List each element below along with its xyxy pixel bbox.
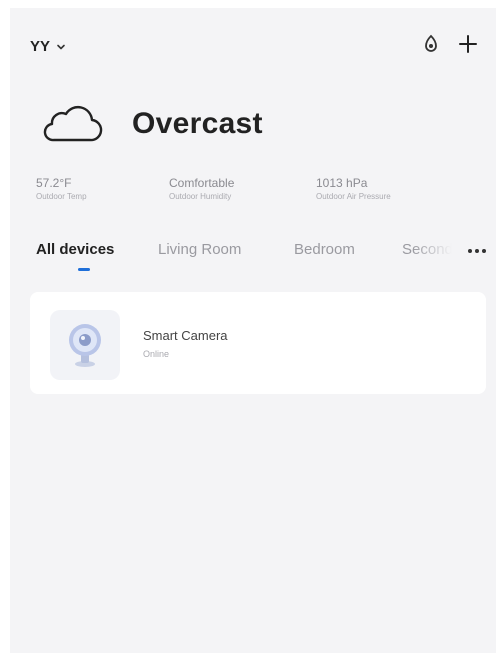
app-screen: YY Overcast 57.2°F Outdoor Temp Comforta… — [10, 8, 496, 653]
device-status: Online — [143, 349, 170, 359]
tab-living-room[interactable]: Living Room — [158, 241, 241, 258]
more-dot — [475, 249, 479, 253]
home-name: YY — [30, 38, 51, 55]
outdoor-pressure-stat: 1013 hPa Outdoor Air Pressure — [316, 176, 391, 201]
tab-all-devices[interactable]: All devices — [36, 241, 114, 258]
active-tab-indicator — [78, 268, 90, 271]
outdoor-temp-value: 57.2°F — [36, 176, 72, 190]
tab-bedroom[interactable]: Bedroom — [294, 241, 355, 258]
add-icon — [459, 35, 477, 53]
device-card-smart-camera[interactable]: Smart Camera Online — [30, 292, 486, 394]
smart-camera-icon — [69, 324, 101, 367]
add-device-button[interactable] — [458, 34, 478, 54]
home-selector[interactable]: YY — [30, 38, 66, 55]
chevron-down-icon — [57, 44, 65, 49]
more-dot — [482, 249, 486, 253]
voice-assistant-button[interactable] — [422, 34, 440, 54]
outdoor-temp-stat: 57.2°F Outdoor Temp — [36, 176, 87, 201]
room-tabs: All devices Living Room Bedroom Second — [36, 241, 490, 277]
voice-assistant-icon — [425, 34, 437, 52]
cloud-icon — [43, 105, 103, 142]
outdoor-pressure-label: Outdoor Air Pressure — [316, 192, 391, 201]
outdoor-humidity-value: Comfortable — [169, 176, 235, 190]
more-tabs-button[interactable] — [468, 249, 486, 253]
tab-second[interactable]: Second — [402, 241, 453, 258]
weather-summary: Overcast — [40, 104, 263, 144]
header-actions — [422, 34, 478, 54]
device-thumbnail — [50, 310, 120, 380]
outdoor-pressure-value: 1013 hPa — [316, 176, 368, 190]
outdoor-humidity-label: Outdoor Humidity — [169, 192, 232, 201]
weather-condition: Overcast — [132, 107, 263, 140]
outdoor-humidity-stat: Comfortable Outdoor Humidity — [169, 176, 234, 201]
outdoor-temp-label: Outdoor Temp — [36, 192, 87, 201]
more-dot — [468, 249, 472, 253]
device-name: Smart Camera — [143, 328, 228, 343]
